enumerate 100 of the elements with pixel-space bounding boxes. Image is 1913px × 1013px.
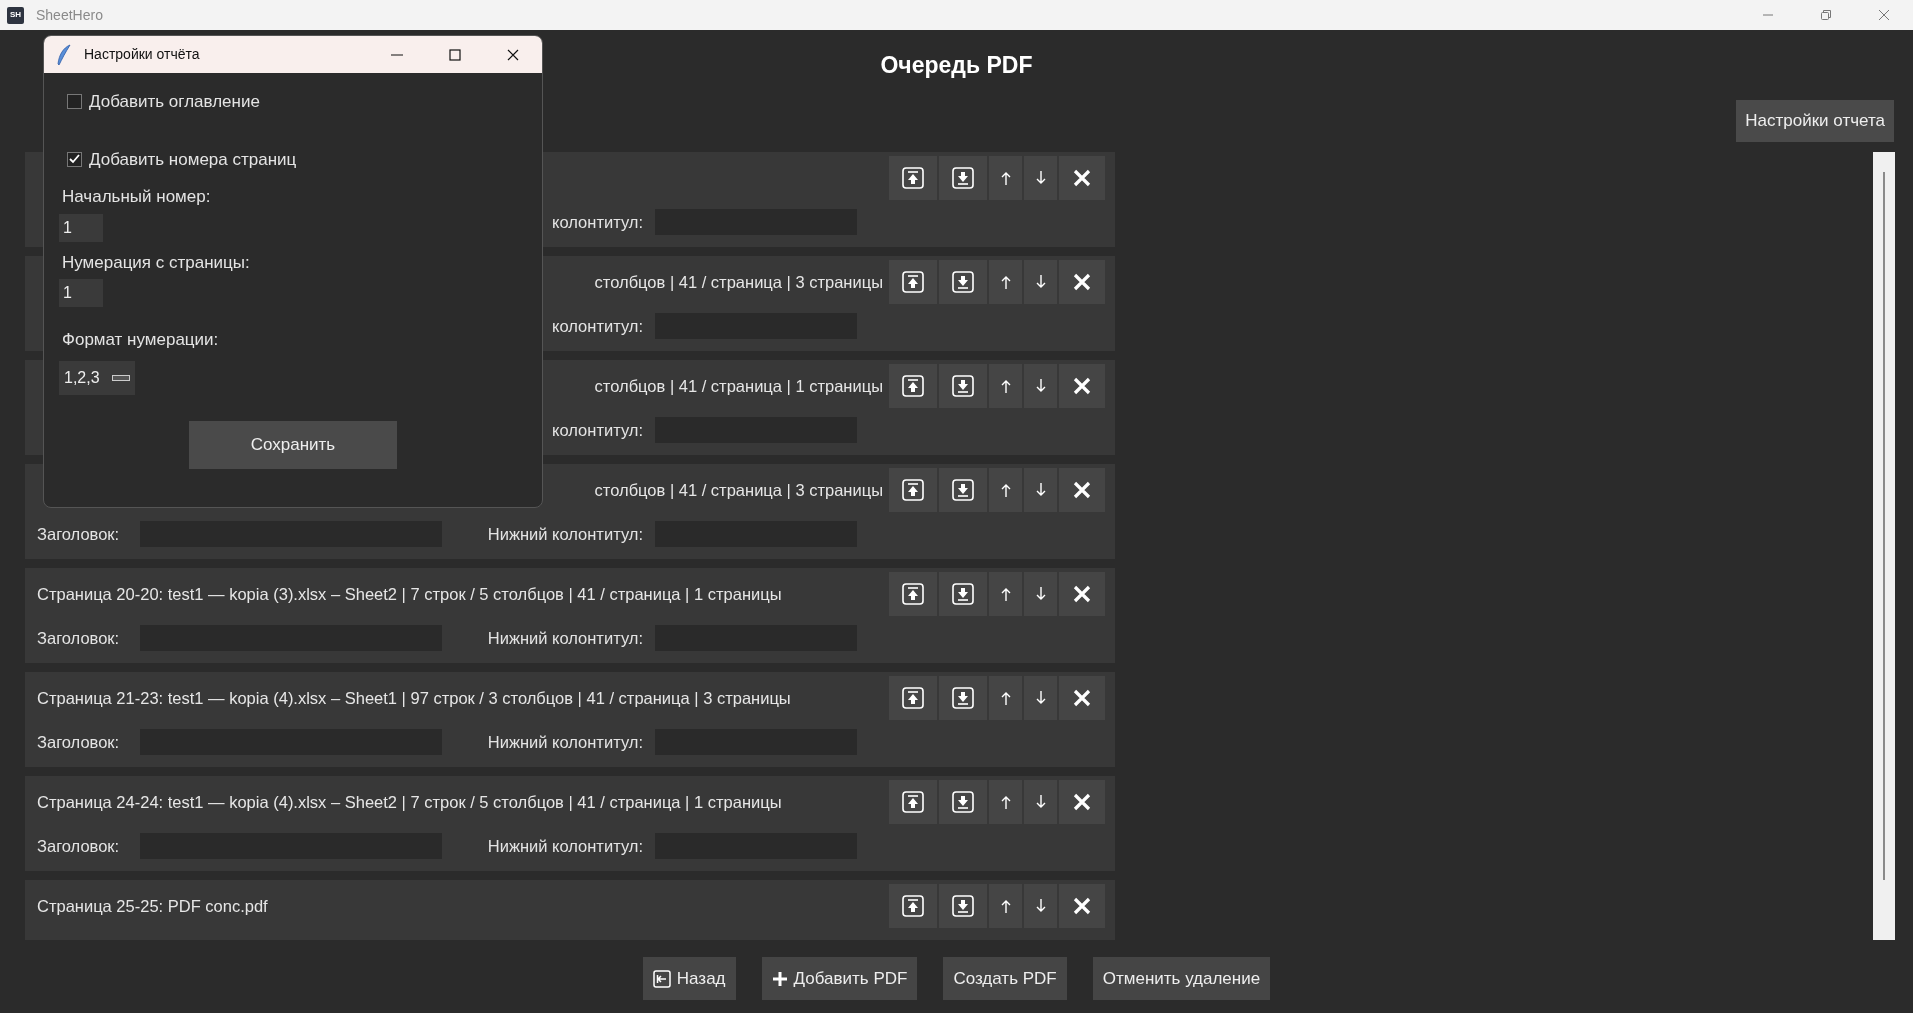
move-down-button[interactable] [1024, 156, 1057, 200]
move-down-button[interactable] [1024, 260, 1057, 304]
remove-button[interactable] [1059, 364, 1105, 408]
move-to-bottom-icon [952, 791, 974, 813]
format-dropdown[interactable]: 1,2,3 [59, 360, 135, 395]
move-to-top-icon [902, 791, 924, 813]
scrollbar[interactable] [1873, 152, 1895, 940]
move-to-top-icon [902, 895, 924, 917]
item-description: столбцов | 41 / страница | 3 страницы [594, 479, 883, 501]
arrow-down-icon [1034, 379, 1047, 393]
item-description: Страница 24-24: test1 — kopia (4).xlsx – Sheet2 | 7 строк / 5 столбцов | 41 / страница | 1 страницы [37, 791, 782, 813]
footer-label: колонтитул: [551, 419, 643, 441]
move-to-bottom-button[interactable] [939, 572, 987, 616]
close-icon [1073, 585, 1091, 603]
footer-label: колонтитул: [551, 211, 643, 233]
remove-button[interactable] [1059, 156, 1105, 200]
move-to-top-button[interactable] [889, 572, 937, 616]
move-to-top-button[interactable] [889, 156, 937, 200]
number-field[interactable]: 1 [59, 279, 103, 307]
move-up-button[interactable] [989, 780, 1022, 824]
move-to-top-icon [902, 271, 924, 293]
item-description: столбцов | 41 / страница | 1 страницы [594, 375, 883, 397]
dropdown-indicator-icon [111, 374, 130, 381]
move-to-bottom-icon [952, 583, 974, 605]
header-label: Заголовок: [37, 627, 121, 649]
move-to-bottom-icon [952, 375, 974, 397]
number-field[interactable]: 1 [59, 213, 103, 242]
arrow-down-icon [1034, 795, 1047, 809]
remove-button[interactable] [1059, 884, 1105, 928]
footer-button[interactable]: Создать PDF [943, 957, 1067, 1000]
move-to-top-button[interactable] [889, 364, 937, 408]
move-up-button[interactable] [989, 156, 1022, 200]
field-label: Нумерация с страницы: [62, 251, 251, 274]
checkmark-icon [69, 154, 80, 165]
checkbox[interactable]: Добавить номера страниц [67, 146, 297, 172]
move-up-button[interactable] [989, 364, 1022, 408]
arrow-up-icon [999, 275, 1012, 289]
remove-button[interactable] [1059, 260, 1105, 304]
remove-button[interactable] [1059, 572, 1105, 616]
move-to-bottom-button[interactable] [939, 780, 987, 824]
close-icon [1073, 793, 1091, 811]
footer-button[interactable]: Назад [642, 957, 736, 1000]
move-to-bottom-icon [952, 479, 974, 501]
plus-icon [771, 970, 788, 987]
move-down-button[interactable] [1024, 572, 1057, 616]
close-icon [1073, 273, 1091, 291]
arrow-up-icon [999, 899, 1012, 913]
arrow-down-icon [1034, 587, 1047, 601]
close-icon [1878, 9, 1890, 21]
item-description: Страница 21-23: test1 — kopia (4).xlsx – Sheet1 | 97 строк / 3 столбцов | 41 / страница | 3 страницы [37, 687, 791, 709]
footer-label: Нижний колонтитул: [486, 835, 643, 857]
move-down-button[interactable] [1024, 884, 1057, 928]
move-up-button[interactable] [989, 468, 1022, 512]
move-down-button[interactable] [1024, 780, 1057, 824]
move-to-bottom-button[interactable] [939, 676, 987, 720]
app-logo: SH [7, 6, 24, 24]
move-to-top-button[interactable] [889, 780, 937, 824]
move-up-button[interactable] [989, 572, 1022, 616]
close-icon [1073, 481, 1091, 499]
remove-button[interactable] [1059, 676, 1105, 720]
arrow-down-icon [1034, 171, 1047, 185]
arrow-down-icon [1034, 691, 1047, 705]
dialog-title: Настройки отчёта [84, 45, 200, 64]
move-down-button[interactable] [1024, 468, 1057, 512]
move-to-top-button[interactable] [889, 468, 937, 512]
close-icon [507, 48, 519, 61]
header-label: Заголовок: [37, 835, 121, 857]
move-to-bottom-button[interactable] [939, 468, 987, 512]
close-icon [1073, 689, 1091, 707]
move-to-top-button[interactable] [889, 676, 937, 720]
arrow-up-icon [999, 691, 1012, 705]
close-icon [1073, 897, 1091, 915]
move-to-bottom-button[interactable] [939, 364, 987, 408]
page-title: Очередь PDF [880, 51, 1033, 80]
move-to-bottom-button[interactable] [939, 156, 987, 200]
move-down-button[interactable] [1024, 676, 1057, 720]
footer-label: Нижний колонтитул: [486, 523, 643, 545]
move-to-bottom-icon [952, 895, 974, 917]
footer-button[interactable]: Отменить удаление [1092, 957, 1271, 1000]
back-icon [652, 969, 671, 988]
report-settings-button[interactable]: Настройки отчета [1736, 100, 1894, 142]
move-down-button[interactable] [1024, 364, 1057, 408]
footer-label: Нижний колонтитул: [486, 627, 643, 649]
remove-button[interactable] [1059, 468, 1105, 512]
move-to-top-button[interactable] [889, 884, 937, 928]
move-to-top-button[interactable] [889, 260, 937, 304]
remove-button[interactable] [1059, 780, 1105, 824]
footer-button[interactable]: Добавить PDF [761, 957, 918, 1000]
move-up-button[interactable] [989, 884, 1022, 928]
move-to-bottom-button[interactable] [939, 884, 987, 928]
move-up-button[interactable] [989, 676, 1022, 720]
move-to-top-icon [902, 375, 924, 397]
item-description: Страница 20-20: test1 — kopia (3).xlsx – Sheet2 | 7 строк / 5 столбцов | 41 / страница | 1 страницы [37, 583, 782, 605]
checkbox[interactable]: Добавить оглавление [67, 89, 260, 115]
move-to-bottom-button[interactable] [939, 260, 987, 304]
header-label: Заголовок: [37, 731, 121, 753]
move-to-top-icon [902, 167, 924, 189]
move-up-button[interactable] [989, 260, 1022, 304]
save-button[interactable]: Сохранить [189, 420, 397, 469]
arrow-up-icon [999, 171, 1012, 185]
